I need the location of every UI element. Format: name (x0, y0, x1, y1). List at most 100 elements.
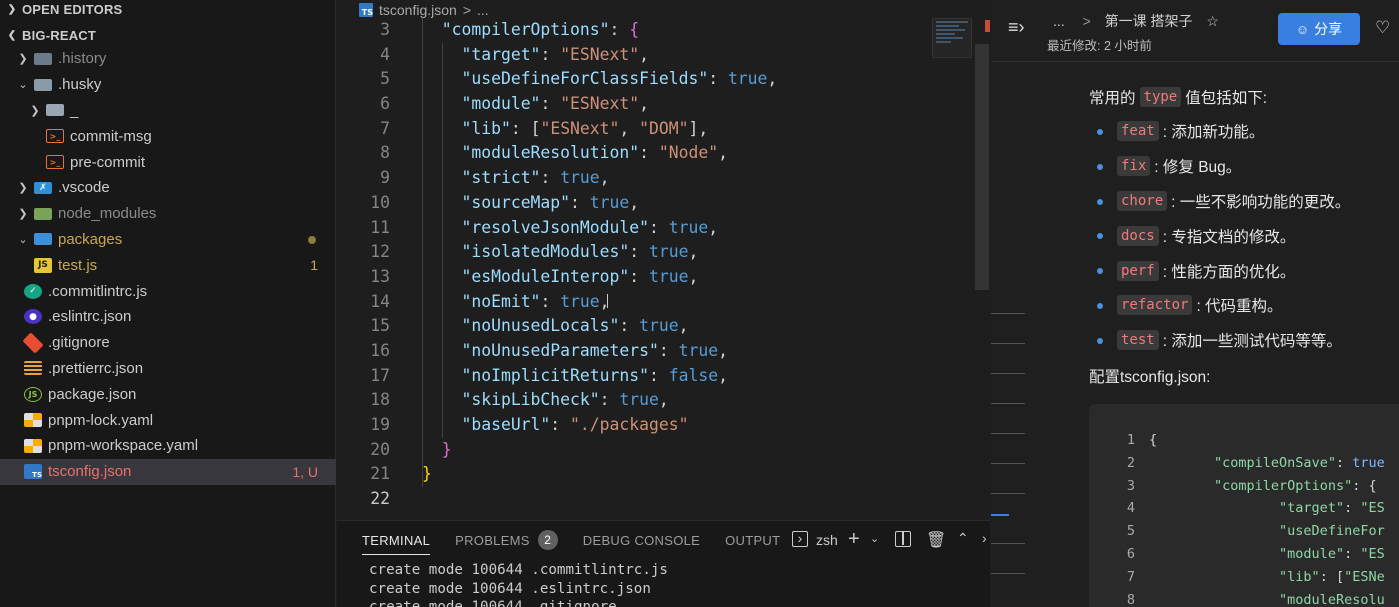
breadcrumb-ellipsis[interactable]: ... (1053, 13, 1065, 29)
chevron-right-icon: ❯ (18, 53, 28, 66)
new-terminal-icon[interactable]: + (848, 528, 860, 551)
share-button[interactable]: ☺ 分享 (1278, 13, 1360, 45)
code-line[interactable]: 20 } (337, 438, 937, 463)
inline-code: docs (1117, 225, 1159, 246)
outline-toggle-icon[interactable]: ≡› (1008, 17, 1025, 38)
pnpm-file-icon (24, 438, 42, 453)
project-header[interactable]: ❮ BIG-REACT (0, 24, 336, 46)
line-content: "esModuleInterop": true, (461, 266, 699, 286)
code-block-line: 6 "module": "ES (1089, 543, 1399, 566)
tree-item-gitignore[interactable]: .gitignore (0, 330, 336, 356)
tree-item-prettierrc[interactable]: .prettierrc.json (0, 356, 336, 382)
git-file-icon (22, 332, 44, 354)
code-line[interactable]: 19 "baseUrl": "./packages" (337, 413, 937, 438)
line-content: "isolatedModules": true, (461, 242, 699, 262)
tree-item-package-json[interactable]: JS package.json (0, 381, 336, 407)
code-line[interactable]: 4 "target": "ESNext", (337, 43, 937, 68)
code-line[interactable]: 8 "moduleResolution": "Node", (337, 141, 937, 166)
shell-name[interactable]: zsh (816, 532, 838, 548)
tree-item-pnpm-lock[interactable]: pnpm-lock.yaml (0, 407, 336, 433)
vscode-folder-icon: ✗ (34, 181, 52, 194)
tree-item-label: .gitignore (48, 334, 110, 352)
chevron-down-icon[interactable]: ⌄ (870, 532, 879, 545)
tree-item-tsconfig[interactable]: TS tsconfig.json 1, U (0, 458, 336, 485)
code-line[interactable]: 21} (337, 462, 937, 487)
tree-item-vscode[interactable]: ❯ ✗ .vscode (0, 175, 336, 201)
line-content: "module": "ES (1279, 545, 1385, 562)
code-block-line: 8 "moduleResolu (1089, 589, 1399, 607)
code-line[interactable]: 18 "skipLibCheck": true, (337, 388, 937, 413)
code-line[interactable]: 7 "lib": ["ESNext", "DOM"], (337, 117, 937, 142)
doc-body: 常用的 type 值包括如下: feat: 添加新功能。 fix: 修复 Bug。… (1089, 80, 1399, 394)
line-number: 11 (370, 217, 390, 237)
code-line[interactable]: 10 "sourceMap": true, (337, 191, 937, 216)
editor-scrollbar[interactable] (975, 44, 989, 290)
breadcrumb-file[interactable]: tsconfig.json (379, 2, 457, 18)
line-number: 22 (370, 489, 390, 509)
line-content: "target": "ESNext", (461, 44, 650, 64)
line-number: 10 (370, 192, 390, 212)
line-number: 1 (1126, 432, 1135, 448)
tree-item-test-js[interactable]: JS test.js 1 (0, 252, 336, 278)
mouse-cursor-icon (607, 293, 608, 308)
list-item-text: : 添加一些测试代码等等。 (1162, 333, 1342, 351)
code-line[interactable]: 16 "noUnusedParameters": true, (337, 339, 937, 364)
line-number: 4 (380, 44, 390, 64)
code-line[interactable]: 17 "noImplicitReturns": false, (337, 364, 937, 389)
doc-code-block[interactable]: 1{2 "compileOnSave": true 3 "compilerOpti… (1089, 404, 1399, 607)
tree-item-underscore[interactable]: ❯ _ (0, 98, 336, 124)
tree-item-pre-commit[interactable]: >_ pre-commit (0, 149, 336, 175)
list-item-text: : 代码重构。 (1196, 298, 1283, 316)
breadcrumb-separator: > (462, 2, 472, 18)
code-line[interactable]: 5 "useDefineForClassFields": true, (337, 67, 937, 92)
code-block-line: 5 "useDefineFor (1089, 520, 1399, 543)
open-editors-header[interactable]: ❯ OPEN EDITORS (0, 0, 336, 20)
code-line[interactable]: 3 "compilerOptions": { (337, 18, 937, 43)
code-line[interactable]: 11 "resolveJsonModule": true, (337, 216, 937, 241)
chevron-down-icon: ⌄ (18, 233, 28, 246)
tree-item-husky[interactable]: ⌄ .husky (0, 72, 336, 98)
breadcrumb-more[interactable]: ... (477, 2, 489, 18)
minimap[interactable] (932, 18, 972, 58)
trash-icon[interactable]: 🗑 (926, 530, 946, 550)
code-line[interactable]: 9 "strict": true, (337, 166, 937, 191)
tree-item-eslintrc[interactable]: ● .eslintrc.json (0, 304, 336, 330)
inline-code: refactor (1117, 295, 1193, 316)
code-line[interactable]: 12 "isolatedModules": true, (337, 240, 937, 265)
tree-item-label: test.js (58, 256, 98, 274)
share-label: 分享 (1314, 21, 1343, 37)
tab-debug-console[interactable]: DEBUG CONSOLE (583, 521, 700, 559)
tree-item-packages[interactable]: ⌄ packages (0, 227, 336, 253)
typescript-file-icon: TS (24, 464, 42, 480)
code-line[interactable]: 13 "esModuleInterop": true, (337, 265, 937, 290)
modified-dot-icon (308, 235, 316, 244)
explorer-sidebar: ❯ OPEN EDITORS ❮ BIG-REACT ❯ .history ⌄ … (0, 0, 336, 607)
code-line[interactable]: 15 "noUnusedLocals": true, (337, 314, 937, 339)
chevron-up-icon[interactable]: ⌃ (957, 530, 969, 547)
star-icon[interactable]: ☆ (1206, 13, 1219, 29)
pnpm-file-icon (24, 413, 42, 428)
split-terminal-icon[interactable] (895, 531, 911, 547)
doc-title[interactable]: 第一课 搭架子 (1105, 13, 1193, 29)
terminal-output[interactable]: create mode 100644 .commitlintrc.js creat… (369, 561, 668, 607)
tab-problems[interactable]: PROBLEMS 2 (455, 521, 558, 559)
tree-item-history[interactable]: ❯ .history (0, 46, 336, 72)
list-item: refactor: 代码重构。 (1089, 288, 1399, 323)
tree-item-node-modules[interactable]: ❯ node_modules (0, 201, 336, 227)
line-content: "target": "ES (1279, 500, 1385, 517)
tab-terminal[interactable]: TERMINAL (362, 521, 431, 559)
tab-output[interactable]: OUTPUT (725, 521, 780, 559)
chevron-right-icon[interactable]: › (982, 530, 987, 546)
code-line[interactable]: 6 "module": "ESNext", (337, 92, 937, 117)
code-line[interactable]: 22 (337, 487, 937, 512)
folder-icon (46, 104, 64, 117)
inline-code: chore (1117, 190, 1168, 211)
tree-item-commitlintrc[interactable]: ✓ .commitlintrc.js (0, 278, 336, 304)
code-area[interactable]: 3 "compilerOptions": {4 "target": "ESNex… (337, 18, 937, 512)
bell-icon[interactable]: ♡ (1375, 18, 1390, 38)
tree-item-pnpm-workspace[interactable]: pnpm-workspace.yaml (0, 433, 336, 459)
typescript-file-icon: TS (359, 3, 373, 17)
code-line[interactable]: 14 "noEmit": true, (337, 290, 937, 315)
tree-item-commit-msg[interactable]: >_ commit-msg (0, 123, 336, 149)
code-editor[interactable]: TS tsconfig.json > ... 3 "compilerOption… (337, 0, 990, 520)
